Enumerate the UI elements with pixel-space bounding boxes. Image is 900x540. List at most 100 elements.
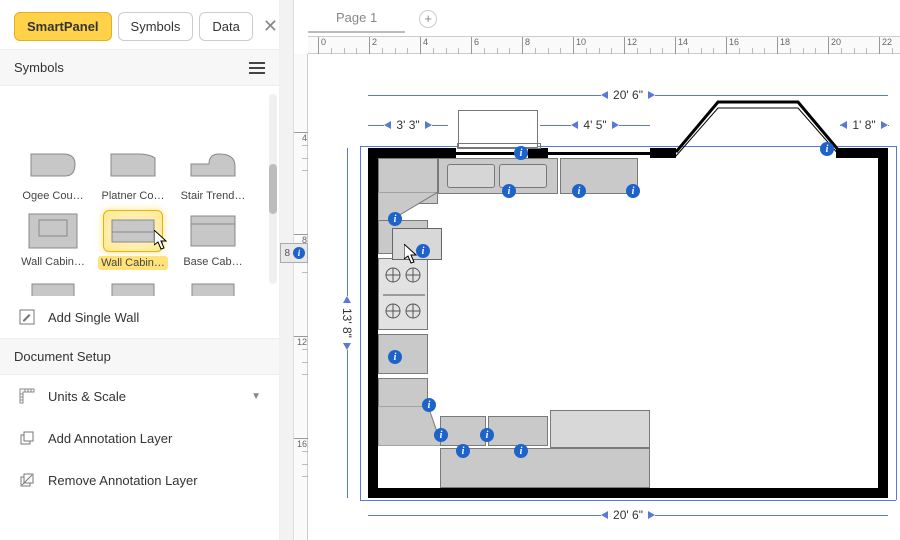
units-scale-row[interactable]: Units & Scale ▼: [0, 375, 279, 417]
symbol-label: Stair Trend…: [178, 190, 248, 202]
symbol-scroll: Ogee Cou… Platner Co… Stair Trend… Wall Cab…: [0, 86, 279, 296]
info-icon[interactable]: i: [422, 398, 436, 412]
add-single-wall-label: Add Single Wall: [48, 310, 139, 325]
remove-annotation-label: Remove Annotation Layer: [48, 473, 198, 488]
info-icon[interactable]: i: [572, 184, 586, 198]
symbols-section-header: Symbols: [0, 49, 279, 86]
dimension-extension: [360, 500, 896, 501]
layers-remove-icon: [18, 471, 36, 489]
add-annotation-layer-button[interactable]: Add Annotation Layer: [0, 417, 279, 459]
dimension-bottom: 20' 6": [368, 508, 888, 522]
wall[interactable]: [368, 148, 456, 158]
symbol-wallcab1[interactable]: Wall Cabin…: [18, 210, 88, 270]
sink-counter[interactable]: [438, 158, 558, 194]
drawing-paper[interactable]: 20' 6" 3' 3" 4' 5" 1' 8" 13' 8" 13' 8" 2…: [308, 54, 900, 540]
info-icon[interactable]: i: [480, 428, 494, 442]
symbol-platner[interactable]: Platner Co…: [98, 144, 168, 202]
add-annotation-label: Add Annotation Layer: [48, 431, 172, 446]
dimension-top-left: 3' 3": [368, 118, 448, 132]
page-tabs: Page 1 +: [308, 4, 437, 33]
symbol-thumb: [183, 90, 243, 132]
document-setup-header: Document Setup: [0, 338, 279, 375]
info-icon[interactable]: i: [626, 184, 640, 198]
scrollbar-thumb[interactable]: [269, 164, 277, 214]
symbol-thumb: [183, 210, 243, 252]
ruler-tick: 10: [573, 37, 586, 55]
ruler-tick: 6: [471, 37, 479, 55]
ruler-tick: 22: [879, 37, 892, 55]
symbol-stair[interactable]: Stair Trend…: [178, 144, 248, 202]
symbol-label: Wall Cabin…: [18, 256, 88, 268]
symbol-corner1[interactable]: [18, 278, 88, 296]
symbol-wallcab2[interactable]: Wall Cabin…: [98, 210, 168, 270]
dimension-extension: [360, 146, 361, 500]
ruler-tick: 18: [777, 37, 790, 55]
ruler-tick: 20: [828, 37, 841, 55]
symbol-blank[interactable]: [178, 90, 248, 136]
info-icon[interactable]: i: [502, 184, 516, 198]
symbol-thumb: [23, 144, 83, 186]
ruler-drag-marker: 8 i: [280, 243, 308, 263]
info-icon[interactable]: i: [416, 244, 430, 258]
symbol-blank[interactable]: [18, 90, 88, 136]
ruler-tick: 4: [420, 37, 428, 55]
canvas-gutter: [280, 0, 294, 540]
page-tab-1[interactable]: Page 1: [308, 4, 405, 33]
symbol-thumb: [103, 90, 163, 132]
stove[interactable]: [378, 258, 428, 330]
wall[interactable]: [368, 148, 378, 498]
info-icon[interactable]: i: [388, 350, 402, 364]
units-scale-label: Units & Scale: [48, 389, 126, 404]
island-counter[interactable]: [440, 448, 650, 488]
close-panel-icon[interactable]: ✕: [259, 16, 282, 37]
symbol-basecab[interactable]: Base Cab…: [178, 210, 248, 270]
remove-annotation-layer-button[interactable]: Remove Annotation Layer: [0, 459, 279, 501]
tab-data[interactable]: Data: [199, 12, 252, 41]
window[interactable]: [548, 152, 650, 155]
chevron-down-icon: ▼: [251, 391, 261, 402]
ruler-corner-icon: [18, 387, 36, 405]
info-icon[interactable]: i: [293, 247, 305, 259]
ruler-tick: 0: [318, 37, 326, 55]
wall[interactable]: [878, 148, 888, 498]
info-icon[interactable]: i: [514, 146, 528, 160]
symbol-label: Base Cab…: [178, 256, 248, 268]
symbol-corner2[interactable]: [98, 278, 168, 296]
info-icon[interactable]: i: [820, 142, 834, 156]
counter-back[interactable]: [550, 410, 650, 448]
wall[interactable]: [528, 148, 548, 158]
ruler-tick: 8: [522, 37, 530, 55]
add-single-wall-button[interactable]: Add Single Wall: [0, 296, 279, 338]
symbol-label: Ogee Cou…: [18, 190, 88, 202]
symbol-grid: Ogee Cou… Platner Co… Stair Trend… Wall Cab…: [18, 90, 269, 296]
symbol-scrollbar[interactable]: [269, 94, 277, 284]
base-cabinet[interactable]: [488, 416, 548, 446]
add-page-button[interactable]: +: [419, 10, 437, 28]
hamburger-icon[interactable]: [249, 62, 265, 74]
left-panel: SmartPanel Symbols Data ✕ Symbols Ogee C…: [0, 0, 280, 540]
base-cabinet[interactable]: [378, 378, 428, 408]
ruler-tick: 4: [294, 132, 308, 143]
tab-symbols[interactable]: Symbols: [118, 12, 194, 41]
symbol-blank[interactable]: [98, 90, 168, 136]
symbol-corner3[interactable]: [178, 278, 248, 296]
symbol-ogee[interactable]: Ogee Cou…: [18, 144, 88, 202]
ruler-tick: 12: [294, 336, 308, 347]
info-icon[interactable]: i: [388, 212, 402, 226]
ruler-tick: 2: [369, 37, 377, 55]
canvas-area: Page 1 + 024681012141618202224 481216 8 …: [280, 0, 900, 540]
info-icon[interactable]: i: [434, 428, 448, 442]
symbol-thumb: [183, 278, 243, 296]
info-icon[interactable]: i: [456, 444, 470, 458]
info-icon[interactable]: i: [514, 444, 528, 458]
wall[interactable]: [368, 488, 888, 498]
corner-angle[interactable]: [378, 406, 442, 446]
ruler-tick: 14: [675, 37, 688, 55]
tab-smartpanel[interactable]: SmartPanel: [14, 12, 112, 41]
base-cabinet[interactable]: [378, 334, 428, 374]
horizontal-ruler: 024681012141618202224: [308, 36, 900, 54]
layers-add-icon: [18, 429, 36, 447]
symbol-thumb: [103, 278, 163, 296]
table-fixture[interactable]: [458, 110, 538, 148]
vertical-ruler: 481216: [294, 54, 308, 540]
